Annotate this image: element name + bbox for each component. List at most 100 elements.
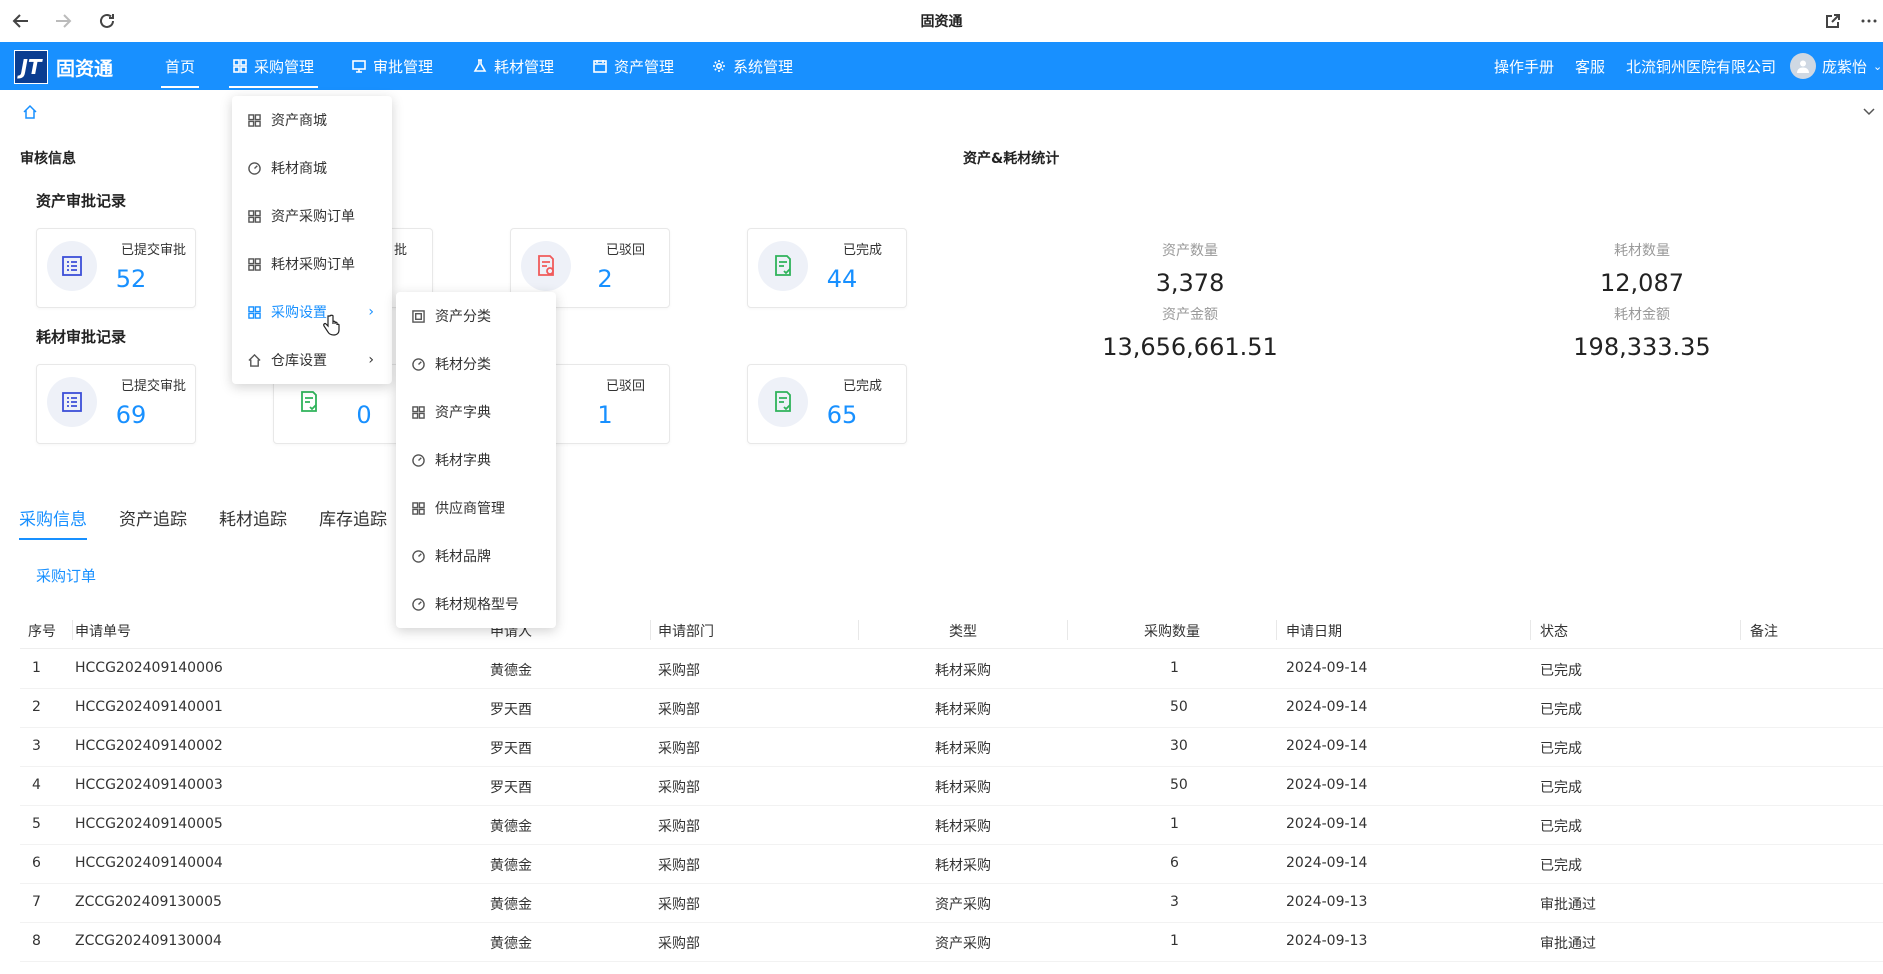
table-cell: 罗天酉 <box>490 741 532 757</box>
menu-item-label: 仓库设置 <box>271 353 327 369</box>
stats-section-title: 资产&耗材统计 <box>963 151 1060 167</box>
card-label: 已驳回 <box>606 379 646 394</box>
submenu-item-supplier-management[interactable]: 供应商管理 <box>396 484 556 532</box>
user-menu[interactable]: 庞紫怡 ⌄ <box>1790 42 1882 90</box>
table-row[interactable]: 7 ZCCG202409130005 黄德金 采购部 资产采购 3 2024-09-13 审批… <box>20 883 1883 923</box>
col-index: 序号 <box>28 624 56 640</box>
nav-consumable-management[interactable]: 耗材管理 <box>473 42 554 90</box>
chevron-down-icon: ⌄ <box>1873 59 1883 73</box>
menu-item-asset-mall[interactable]: 资产商城 <box>232 96 392 144</box>
submenu-item-consumable-spec-model[interactable]: 耗材规格型号 <box>396 580 556 628</box>
audit-section-title: 审核信息 <box>20 151 76 167</box>
table-cell: 1 <box>1170 933 1179 949</box>
grid-icon <box>248 257 261 271</box>
asset-amount-value: 13,656,661.51 <box>1102 333 1278 361</box>
col-quantity: 采购数量 <box>1144 624 1200 640</box>
nav-purchase-management[interactable]: 采购管理 <box>228 42 319 90</box>
table-row[interactable]: 1 HCCG202409140006 黄德金 采购部 耗材采购 1 2024-09-14 已完… <box>20 649 1883 689</box>
submenu-item-consumable-category[interactable]: 耗材分类 <box>396 340 556 388</box>
user-name: 庞紫怡 <box>1822 57 1868 76</box>
menu-item-consumable-purchase-orders[interactable]: 耗材采购订单 <box>232 240 392 288</box>
nav-approval-management[interactable]: 审批管理 <box>352 42 433 90</box>
company-name[interactable]: 北流铜州医院有限公司 <box>1626 42 1776 90</box>
card-value: 2 <box>597 265 613 293</box>
nav-home[interactable]: 首页 <box>160 42 200 90</box>
card-label: 已完成 <box>843 243 883 258</box>
nav-purchase-label: 采购管理 <box>254 57 315 76</box>
card-label: 已提交审批 <box>121 243 187 258</box>
tab-inventory-tracking[interactable]: 库存追踪 <box>319 505 387 530</box>
table-cell: 已完成 <box>1540 663 1582 679</box>
table-cell: 资产采购 <box>935 897 991 913</box>
nav-asset-management[interactable]: 资产管理 <box>593 42 674 90</box>
breadcrumb-home[interactable] <box>22 104 38 124</box>
hand-pointer-icon <box>322 314 340 340</box>
subtab-purchase-orders[interactable]: 采购订单 <box>36 565 96 586</box>
user-manual-link[interactable]: 操作手册 <box>1494 42 1554 90</box>
tab-purchase-info[interactable]: 采购信息 <box>19 505 87 540</box>
table-cell: 1 <box>1170 660 1179 676</box>
table-row[interactable]: 5 HCCG202409140005 黄德金 采购部 耗材采购 1 2024-09-14 已完… <box>20 805 1883 845</box>
menu-item-asset-purchase-orders[interactable]: 资产采购订单 <box>232 192 392 240</box>
submenu-item-asset-category[interactable]: 资产分类 <box>396 292 556 340</box>
open-external-button[interactable] <box>1820 8 1846 34</box>
table-row[interactable]: 3 HCCG202409140002 罗天酉 采购部 耗材采购 30 2024-09-14 已… <box>20 727 1883 767</box>
submenu-item-consumable-brand[interactable]: 耗材品牌 <box>396 532 556 580</box>
table-cell: 耗材采购 <box>935 858 991 874</box>
table-cell: 8 <box>32 933 41 949</box>
consumable-completed-card[interactable]: 已完成 65 <box>747 364 907 444</box>
submenu-item-consumable-dictionary[interactable]: 耗材字典 <box>396 436 556 484</box>
tab-consumable-tracking[interactable]: 耗材追踪 <box>219 505 287 530</box>
menu-item-warehouse-settings[interactable]: 仓库设置 › <box>232 336 392 384</box>
table-cell: 罗天酉 <box>490 780 532 796</box>
table-cell: 2024-09-13 <box>1286 933 1368 949</box>
collapse-toggle[interactable] <box>1862 104 1876 122</box>
table-cell: 耗材采购 <box>935 702 991 718</box>
menu-item-label: 资产商城 <box>271 113 327 129</box>
table-cell: 4 <box>32 777 41 793</box>
external-link-icon <box>1826 14 1840 28</box>
col-order-no: 申请单号 <box>75 624 131 640</box>
asset-completed-card[interactable]: 已完成 44 <box>747 228 907 308</box>
consumable-submitted-card[interactable]: 已提交审批 69 <box>36 364 196 444</box>
menu-item-purchase-settings[interactable]: 采购设置 › <box>232 288 392 336</box>
table-cell: 已完成 <box>1540 780 1582 796</box>
gauge-icon <box>412 549 425 563</box>
table-row[interactable]: 2 HCCG202409140001 罗天酉 采购部 耗材采购 50 2024-09-14 已… <box>20 688 1883 728</box>
card-label: 批 <box>394 243 408 258</box>
col-department: 申请部门 <box>658 624 714 640</box>
table-cell: 已完成 <box>1540 741 1582 757</box>
brand-name: 固资通 <box>56 58 114 80</box>
table-cell: 已完成 <box>1540 702 1582 718</box>
table-row[interactable]: 8 ZCCG202409130004 黄德金 采购部 资产采购 1 2024-09-13 审批… <box>20 922 1883 962</box>
table-cell: HCCG202409140004 <box>75 855 223 871</box>
table-cell: 黄德金 <box>490 936 532 952</box>
table-cell: 1 <box>1170 816 1179 832</box>
table-row[interactable]: 4 HCCG202409140003 罗天酉 采购部 耗材采购 50 2024-09-14 已… <box>20 766 1883 806</box>
menu-item-label: 耗材商城 <box>271 161 327 177</box>
table-cell: 3 <box>32 738 41 754</box>
consumable-count-value: 12,087 <box>1600 269 1684 297</box>
customer-service-link[interactable]: 客服 <box>1575 42 1605 90</box>
nav-system-label: 系统管理 <box>733 57 794 76</box>
table-cell: 资产采购 <box>935 936 991 952</box>
nav-approval-label: 审批管理 <box>373 57 434 76</box>
asset-submitted-card[interactable]: 已提交审批 52 <box>36 228 196 308</box>
tab-asset-tracking[interactable]: 资产追踪 <box>119 505 187 530</box>
card-value: 69 <box>115 401 147 429</box>
more-options-button[interactable] <box>1856 8 1882 34</box>
nav-system-management[interactable]: 系统管理 <box>712 42 793 90</box>
card-value: 65 <box>826 401 858 429</box>
table-cell: 耗材采购 <box>935 819 991 835</box>
menu-item-consumable-mall[interactable]: 耗材商城 <box>232 144 392 192</box>
table-row[interactable]: 6 HCCG202409140004 黄德金 采购部 耗材采购 6 2024-09-14 已完… <box>20 844 1883 884</box>
flask-icon <box>473 59 487 72</box>
purchase-settings-submenu: 资产分类 耗材分类 资产字典 耗材字典 供应商管理 耗材品牌 耗材规格型号 <box>396 292 556 628</box>
table-cell: 耗材采购 <box>935 663 991 679</box>
home-icon <box>23 104 37 119</box>
monitor-icon <box>352 60 366 73</box>
col-status: 状态 <box>1540 624 1568 640</box>
asset-approval-title: 资产审批记录 <box>36 192 127 210</box>
gauge-icon <box>412 597 425 611</box>
submenu-item-asset-dictionary[interactable]: 资产字典 <box>396 388 556 436</box>
